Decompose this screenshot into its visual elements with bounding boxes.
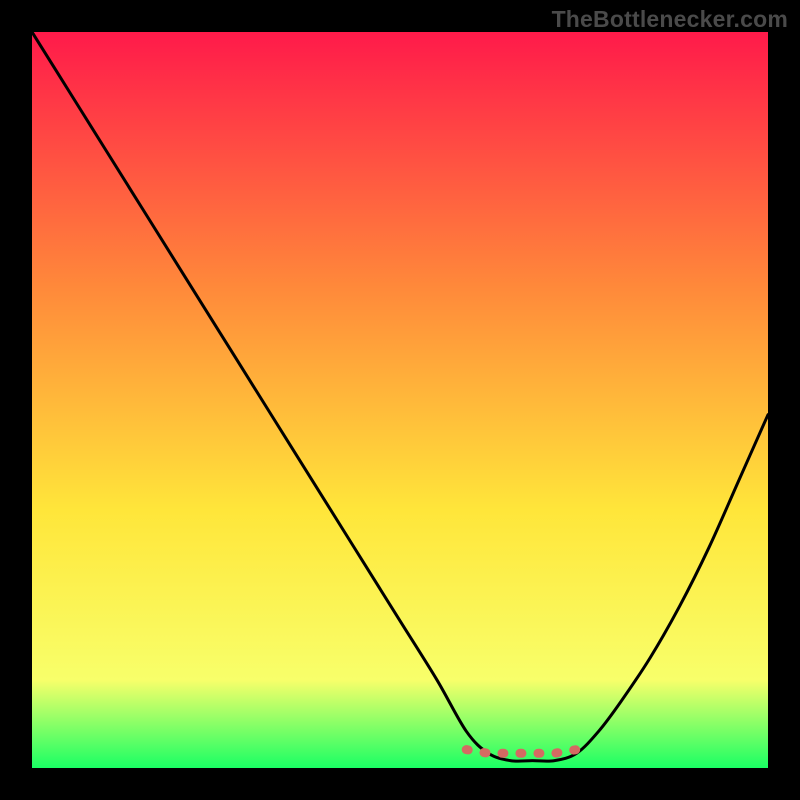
plot-area: [32, 32, 768, 768]
brand-watermark: TheBottlenecker.com: [552, 6, 788, 33]
bottom-marker-band: [466, 750, 576, 754]
chart-svg: [32, 32, 768, 768]
gradient-background: [32, 32, 768, 768]
chart-frame: TheBottlenecker.com: [0, 0, 800, 800]
